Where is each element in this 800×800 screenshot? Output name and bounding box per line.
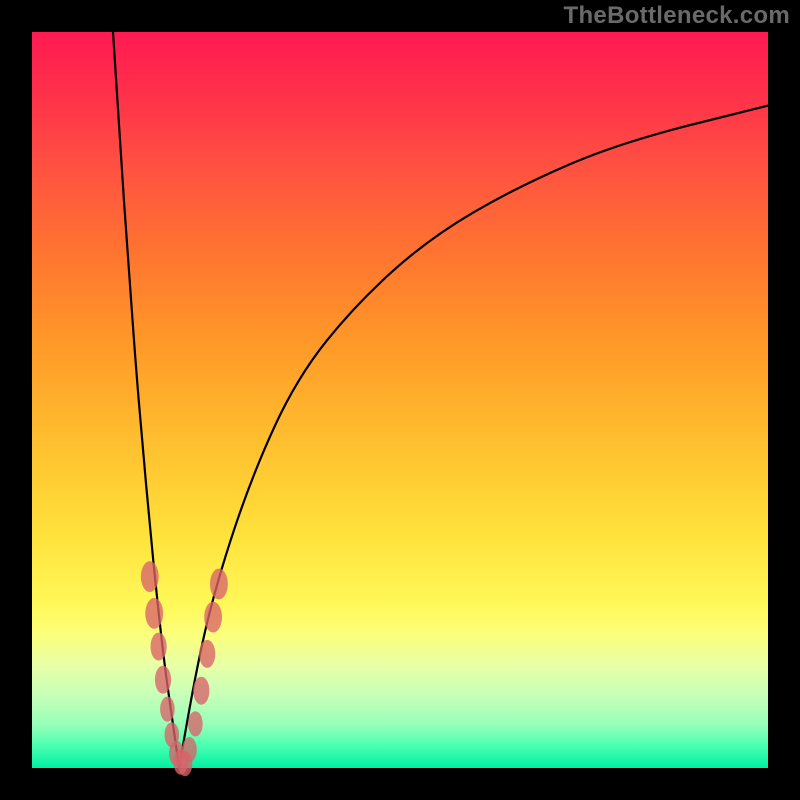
watermark-text: TheBottleneck.com (564, 2, 790, 30)
marker-point (141, 561, 159, 592)
marker-point (145, 598, 163, 629)
marker-point (188, 711, 203, 736)
marker-point (193, 677, 209, 705)
marker-point (160, 697, 175, 722)
plot-area (32, 32, 768, 768)
marker-point (199, 640, 215, 668)
marker-point (204, 602, 222, 633)
right-branch-path (179, 106, 768, 768)
left-branch-path (113, 32, 179, 768)
marker-group (141, 561, 228, 776)
marker-point (155, 666, 171, 694)
chart-svg (32, 32, 768, 768)
marker-point (210, 569, 228, 600)
marker-point (182, 737, 197, 762)
chart-frame: TheBottleneck.com (0, 0, 800, 800)
marker-point (151, 633, 167, 661)
